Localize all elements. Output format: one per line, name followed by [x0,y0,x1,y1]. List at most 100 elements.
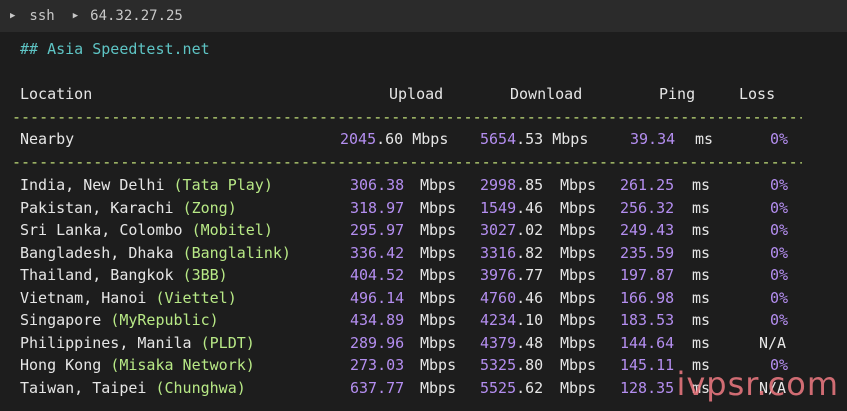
ping-value: 197.87 [620,266,675,284]
location-city: Hong Kong [20,356,111,374]
section-heading: ## Asia Speedtest.net [20,40,210,58]
location-city: Singapore [20,311,111,329]
download-unit: Mbps [560,243,597,262]
ping-unit: ms [692,311,711,329]
header-ping: Ping [659,85,696,103]
ping-value: 128.35 [620,378,675,397]
download-int: 3976 [480,266,517,284]
ping-value: 235.59 [620,243,675,262]
download-unit: Mbps [560,266,597,284]
column-headers: Location Upload Download Ping Loss [20,83,820,105]
upload-value: 434.89 [350,311,405,329]
location-city: India, New Delhi [20,176,174,194]
loss-value: 0% [770,243,789,262]
download-unit: Mbps [560,311,597,329]
terminal-output[interactable]: ## Asia Speedtest.net Location Upload Do… [0,32,847,411]
nearby-ping: 39.34 [630,130,676,148]
location-isp: (3BB) [182,266,228,284]
download-dec: .80 [516,356,544,374]
location-isp: (Banglalink) [182,243,291,262]
download-unit: Mbps [560,333,597,352]
ping-value: 144.64 [620,333,675,352]
nearby-upload-unit: Mbps [403,130,449,148]
location-isp: (Tata Play) [173,176,273,194]
nearby-loss: 0% [770,130,789,148]
location-city: Thailand, Bangkok [20,266,183,284]
location-isp: (Mobitel) [191,221,273,239]
list-item: Bangladesh, Dhaka (Banglalink) 336.42 Mbps… [20,242,820,264]
upload-unit: Mbps [420,378,457,397]
download-dec: .77 [516,266,544,284]
download-int: 2998 [480,176,517,194]
upload-unit: Mbps [420,176,457,194]
download-unit: Mbps [560,356,597,374]
loss-value: N/A [759,333,787,352]
upload-value: 637.77 [350,378,405,397]
download-int: 4760 [480,288,517,307]
location-isp: (Misaka Network) [110,356,255,374]
download-unit: Mbps [560,288,597,307]
ping-unit: ms [692,266,711,284]
location-city: Sri Lanka, Colombo [20,221,192,239]
download-unit: Mbps [560,221,597,239]
location-isp: (Viettel) [155,288,237,307]
nearby-download-int: 5654 [480,130,517,148]
watermark-logo: ivpsr.com [676,365,839,403]
upload-unit: Mbps [420,356,457,374]
list-item: Vietnam, Hanoi (Viettel) 496.14 Mbps 4760.4… [20,287,820,309]
upload-value: 336.42 [350,243,405,262]
download-dec: .02 [516,221,544,239]
upload-unit: Mbps [420,243,457,262]
play-icon: ▶ [10,11,16,21]
nearby-download-dec: .53 [516,130,544,148]
download-dec: .62 [516,378,544,397]
upload-value: 273.03 [350,356,405,374]
list-item: Thailand, Bangkok (3BB) 404.52 Mbps 3976.77… [20,264,820,286]
ping-value: 183.53 [620,311,675,329]
list-item: India, New Delhi (Tata Play) 306.38 Mbps 29… [20,174,820,196]
upload-unit: Mbps [420,221,457,239]
upload-value: 295.97 [350,221,405,239]
header-upload: Upload [389,85,444,103]
download-unit: Mbps [560,176,597,194]
upload-value: 289.96 [350,333,405,352]
upload-value: 318.97 [350,198,405,217]
download-dec: .82 [516,243,544,262]
header-loss: Loss [739,85,776,103]
upload-unit: Mbps [420,198,457,217]
ping-value: 261.25 [620,176,675,194]
upload-value: 306.38 [350,176,405,194]
download-dec: .10 [516,311,544,329]
location-city: Vietnam, Hanoi [20,288,156,307]
header-download: Download [510,85,583,103]
loss-value: 0% [770,176,789,194]
download-dec: .46 [516,288,544,307]
terminal-titlebar: ▶ ssh ▶ 64.32.27.25 [0,0,847,32]
upload-value: 496.14 [350,288,405,307]
loss-value: 0% [770,266,789,284]
nearby-upload-dec: .60 [376,130,404,148]
upload-unit: Mbps [420,288,457,307]
location-isp: (Chunghwa) [155,378,246,397]
ping-value: 145.11 [620,356,675,374]
loss-value: 0% [770,288,789,307]
location-isp: (MyRepublic) [110,311,219,329]
nearby-row: Nearby 2045.60 Mbps 5654.53 Mbps 39.34 m… [20,128,820,150]
download-dec: .48 [516,333,544,352]
location-city: Philippines, Manila [20,333,201,352]
location-city: Bangladesh, Dhaka [20,243,183,262]
host-label: 64.32.27.25 [90,8,183,24]
ping-unit: ms [692,176,711,194]
download-int: 5525 [480,378,517,397]
upload-unit: Mbps [420,333,457,352]
nearby-upload-int: 2045 [340,130,377,148]
list-item: Singapore (MyRepublic) 434.89 Mbps 4234.10 M… [20,309,820,331]
download-int: 5325 [480,356,517,374]
ping-unit: ms [692,243,711,262]
location-city: Pakistan, Karachi [20,198,183,217]
upload-unit: Mbps [420,266,457,284]
upload-value: 404.52 [350,266,405,284]
ping-unit: ms [692,288,711,307]
header-location: Location [20,85,93,103]
download-unit: Mbps [560,378,597,397]
